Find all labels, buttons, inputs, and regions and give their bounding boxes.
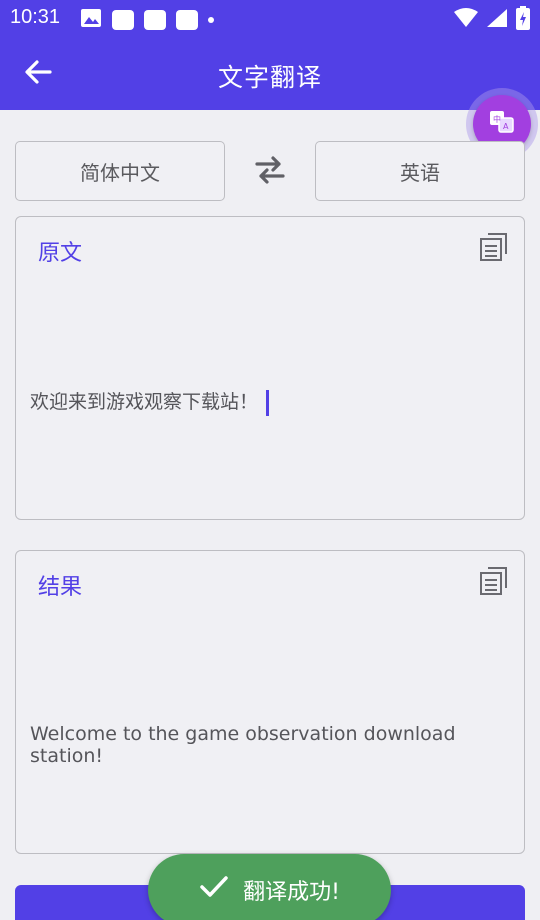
target-language-button[interactable]: 英语: [315, 141, 525, 201]
status-bar: 10:31: [0, 0, 540, 36]
status-time: 10:31: [10, 6, 61, 28]
text-cursor: [266, 389, 270, 416]
status-notifications: [80, 8, 214, 32]
copy-icon: [478, 567, 510, 601]
wifi-icon: [454, 8, 478, 32]
copy-source-button[interactable]: [478, 231, 510, 263]
app-bar: 文字翻译: [0, 36, 540, 110]
success-toast: 翻译成功!: [148, 854, 391, 920]
source-text-card: 原文 欢迎来到游戏观察下载站！: [15, 216, 525, 520]
swap-languages-button[interactable]: [250, 152, 290, 192]
dot-icon: [208, 17, 214, 23]
swap-arrows-icon: [253, 153, 287, 191]
svg-text:中: 中: [493, 114, 501, 124]
source-text: 欢迎来到游戏观察下载站！: [30, 391, 259, 413]
svg-text:A: A: [503, 122, 509, 131]
page-title: 文字翻译: [217, 63, 322, 92]
signal-icon: [486, 8, 508, 32]
notification-square-icon: [144, 10, 166, 30]
image-icon: [80, 8, 102, 32]
notification-square-icon: [176, 10, 198, 30]
copy-result-button[interactable]: [478, 565, 510, 597]
status-system-icons: [454, 6, 530, 34]
source-card-title: 原文: [38, 241, 83, 266]
source-language-button[interactable]: 简体中文: [15, 141, 225, 201]
result-text: Welcome to the game observation download…: [30, 723, 456, 767]
copy-icon: [478, 233, 510, 267]
result-card-title: 结果: [38, 575, 83, 600]
battery-charging-icon: [516, 6, 530, 34]
toast-message: 翻译成功!: [243, 880, 340, 905]
source-text-input[interactable]: 欢迎来到游戏观察下载站！: [30, 387, 270, 416]
notification-square-icon: [112, 10, 134, 30]
result-text-card: 结果 Welcome to the game observation downl…: [15, 550, 525, 854]
translate-icon: 中 A: [489, 109, 515, 139]
check-icon: [199, 875, 229, 905]
